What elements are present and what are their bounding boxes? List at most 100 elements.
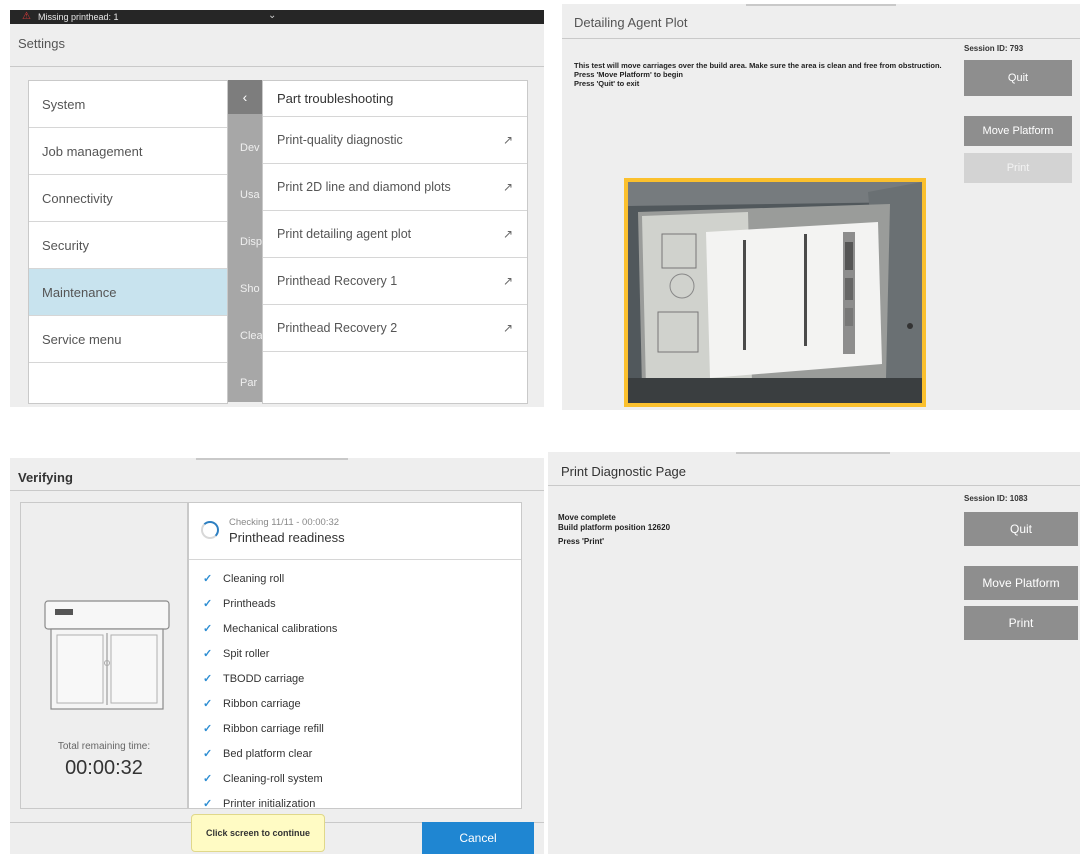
status-line: Press 'Print' — [558, 537, 605, 546]
print-button[interactable]: Print — [964, 606, 1078, 640]
current-check: Printhead readiness — [229, 530, 345, 545]
list-item: ✓ Bed platform clear — [203, 746, 312, 762]
list-item-label: Print 2D line and diamond plots — [277, 180, 451, 194]
external-arrow-icon: ↗ — [502, 227, 513, 241]
checkmark-icon: ✓ — [203, 773, 213, 785]
build-area-image — [628, 182, 922, 403]
checking-progress: Checking 11/11 - 00:00:32 — [229, 517, 340, 528]
print-button[interactable]: Print — [964, 153, 1072, 183]
instructions: This test will move carriages over the b… — [574, 61, 944, 88]
checkmark-icon: ✓ — [203, 623, 213, 635]
checkmark-icon: ✓ — [203, 673, 213, 685]
move-platform-button[interactable]: Move Platform — [964, 116, 1072, 146]
list-item: ✓ Printheads — [203, 596, 276, 612]
part-troubleshooting-list: Part troubleshooting Print-quality diagn… — [262, 80, 528, 404]
submenu-stub[interactable]: Dev — [240, 142, 260, 154]
external-arrow-icon: ↗ — [502, 180, 513, 194]
divider — [10, 490, 544, 491]
printer-status-card: Total remaining time: 00:00:32 — [20, 502, 188, 809]
page-title: Settings — [18, 36, 65, 51]
list-item-label: Print-quality diagnostic — [277, 133, 403, 147]
list-item-label: Printhead Recovery 1 — [277, 274, 398, 288]
menu-item-connectivity[interactable]: Connectivity — [29, 175, 227, 222]
checkmark-icon: ✓ — [203, 748, 213, 760]
submenu-title: Part troubleshooting — [263, 81, 527, 117]
list-item: ✓ Cleaning roll — [203, 571, 284, 587]
chevron-down-icon[interactable]: ⌄ — [268, 10, 276, 22]
list-item-label: Printer initialization — [223, 798, 316, 809]
submenu-stub[interactable]: Sho — [240, 283, 260, 295]
quit-button[interactable]: Quit — [964, 60, 1072, 96]
list-item[interactable]: Print detailing agent plot ↗ — [263, 211, 527, 258]
checklist-header: Checking 11/11 - 00:00:32 Printhead read… — [189, 503, 521, 560]
page-title: Verifying — [18, 470, 73, 485]
page-title: Print Diagnostic Page — [561, 464, 687, 479]
list-item[interactable]: Printhead Recovery 2 ↗ — [263, 305, 527, 352]
drag-handle[interactable] — [196, 458, 348, 460]
list-item-label: Ribbon carriage — [223, 698, 301, 710]
session-id: Session ID: 1083 — [964, 494, 1028, 503]
page-title: Detailing Agent Plot — [574, 15, 688, 30]
list-item: ✓ Ribbon carriage refill — [203, 721, 324, 737]
submenu-stub[interactable]: Clea — [240, 330, 263, 342]
list-item[interactable]: Print-quality diagnostic ↗ — [263, 117, 527, 164]
status-text: Move complete Build platform position 12… — [558, 513, 670, 547]
list-item: ✓ Printer initialization — [203, 796, 316, 809]
settings-menu: System Job management Connectivity Secur… — [28, 80, 228, 404]
submenu-stub[interactable]: Usa — [240, 189, 260, 201]
external-arrow-icon: ↗ — [502, 274, 513, 288]
external-arrow-icon: ↗ — [502, 133, 513, 147]
status-bar: ⚠ Missing printhead: 1 ⌄ — [10, 10, 544, 24]
status-line: Move complete — [558, 513, 616, 522]
checkmark-icon: ✓ — [203, 573, 213, 585]
drag-handle[interactable] — [736, 452, 890, 454]
checkmark-icon: ✓ — [203, 698, 213, 710]
drag-handle[interactable] — [746, 4, 896, 6]
checkmark-icon: ✓ — [203, 798, 213, 809]
detailing-agent-plot-panel: Detailing Agent Plot This test will move… — [562, 4, 1080, 410]
list-item: ✓ TBODD carriage — [203, 671, 304, 687]
list-item: ✓ Cleaning-roll system — [203, 771, 323, 787]
list-item[interactable]: Print 2D line and diamond plots ↗ — [263, 164, 527, 211]
submenu-stub[interactable]: Disp — [240, 236, 262, 248]
menu-item-job-management[interactable]: Job management — [29, 128, 227, 175]
menu-item-maintenance[interactable]: Maintenance — [29, 269, 227, 316]
list-item-label: Printheads — [223, 598, 276, 610]
move-platform-button[interactable]: Move Platform — [964, 566, 1078, 600]
settings-panel: ⚠ Missing printhead: 1 ⌄ Settings System… — [10, 10, 544, 407]
checkmark-icon: ✓ — [203, 648, 213, 660]
back-arrow-icon[interactable]: ‹ — [228, 80, 262, 114]
print-diagnostic-panel: Print Diagnostic Page Move complete Buil… — [548, 452, 1080, 854]
status-message: Missing printhead: 1 — [38, 12, 119, 22]
divider — [562, 38, 1080, 39]
printer-icon — [44, 600, 170, 710]
instruction-line: This test will move carriages over the b… — [574, 61, 942, 70]
list-item: ✓ Spit roller — [203, 646, 269, 662]
instruction-line: Press 'Quit' to exit — [574, 79, 640, 88]
divider — [10, 66, 544, 67]
divider — [548, 485, 1080, 486]
menu-item-service-menu[interactable]: Service menu — [29, 316, 227, 363]
remaining-time: 00:00:32 — [65, 757, 143, 779]
menu-item-security[interactable]: Security — [29, 222, 227, 269]
session-id: Session ID: 793 — [964, 44, 1024, 53]
list-item-label: Cleaning roll — [223, 573, 285, 585]
instruction-line: Press 'Move Platform' to begin — [574, 70, 684, 79]
continue-toast[interactable]: Click screen to continue — [191, 814, 325, 852]
list-item[interactable]: Printhead Recovery 1 ↗ — [263, 258, 527, 305]
submenu-stub[interactable]: Par — [240, 377, 257, 389]
list-item: ✓ Mechanical calibrations — [203, 621, 337, 637]
list-item-label: Bed platform clear — [223, 748, 313, 760]
list-item-label: Print detailing agent plot — [277, 227, 412, 241]
list-item-label: Spit roller — [223, 648, 270, 660]
list-item-label: TBODD carriage — [223, 673, 305, 685]
cancel-button[interactable]: Cancel — [422, 822, 534, 854]
list-item-label: Cleaning-roll system — [223, 773, 323, 785]
loading-spinner-icon — [201, 521, 219, 539]
verifying-panel: Verifying Total remaining time: 00:00:32… — [10, 458, 544, 854]
list-item-label: Mechanical calibrations — [223, 623, 338, 635]
verification-checklist: Checking 11/11 - 00:00:32 Printhead read… — [188, 502, 522, 809]
remaining-time-label: Total remaining time: — [57, 741, 151, 752]
menu-item-system[interactable]: System — [29, 81, 227, 128]
quit-button[interactable]: Quit — [964, 512, 1078, 546]
